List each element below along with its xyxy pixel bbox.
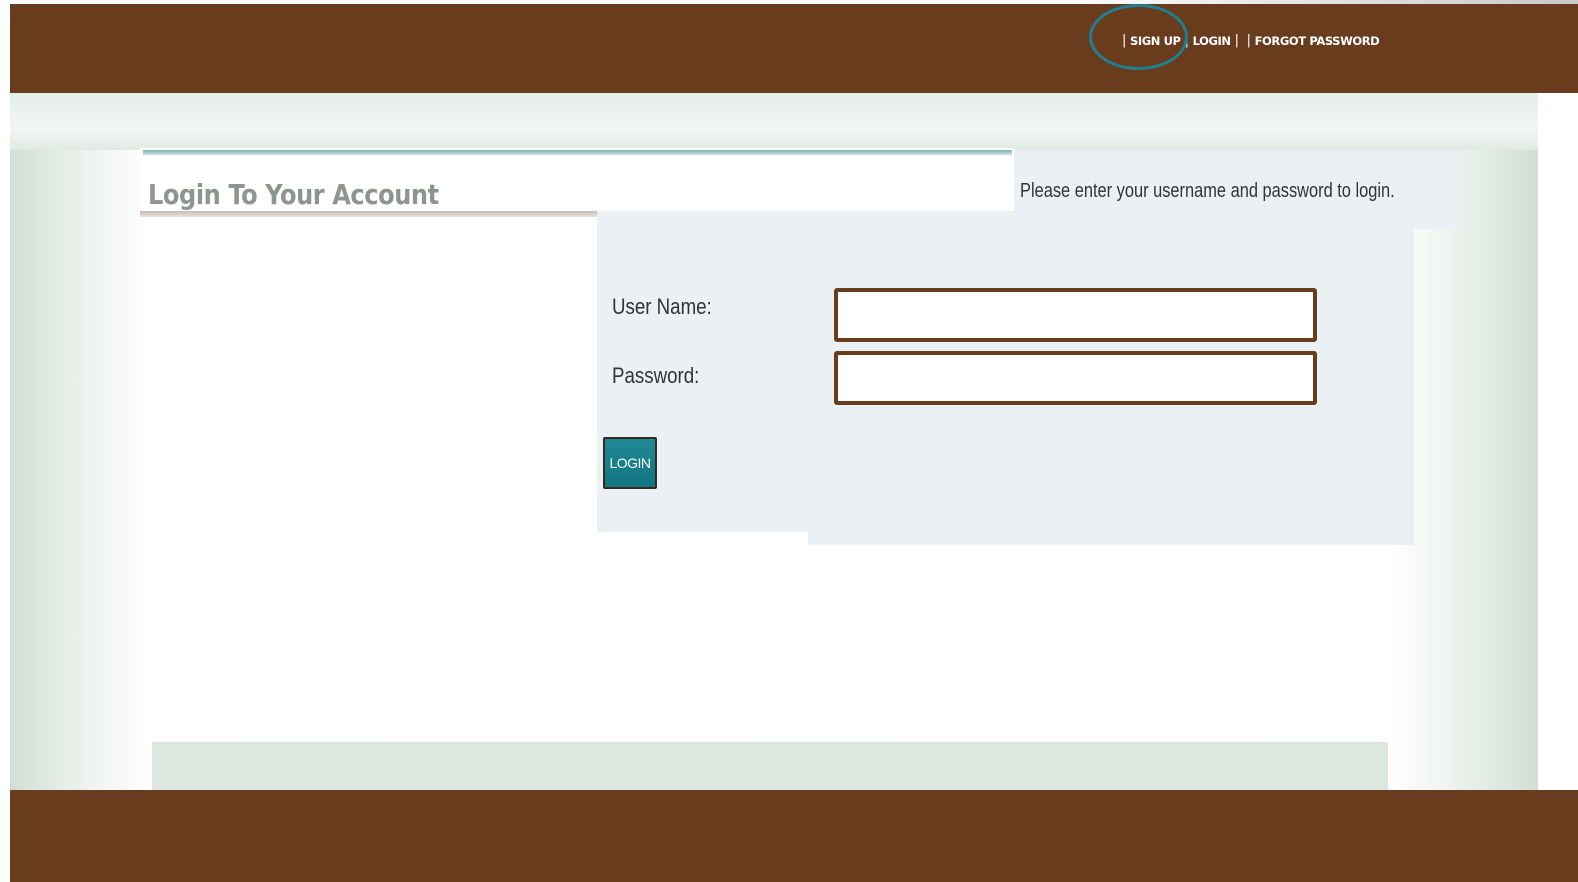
password-input[interactable] (834, 351, 1317, 405)
login-instructions: Please enter your username and password … (1020, 180, 1395, 202)
page-edge (0, 0, 10, 882)
username-label: User Name: (612, 294, 712, 319)
login-link[interactable]: LOGIN (1193, 34, 1231, 48)
forgot-password-link[interactable]: FORGOT PASSWORD (1255, 34, 1380, 48)
signup-highlight-circle (1089, 4, 1188, 70)
password-label: Password: (612, 363, 700, 388)
login-form-panel-extension (808, 532, 1414, 545)
nav-separator: | (1246, 33, 1251, 48)
footer-bar (10, 790, 1578, 882)
login-button[interactable]: LOGIN (603, 437, 657, 489)
username-input[interactable] (834, 288, 1317, 342)
title-underline (140, 211, 598, 217)
page: | SIGN UP | LOGIN | | FORGOT PASSWORD Lo… (0, 0, 1578, 882)
header-rule (143, 150, 1012, 155)
nav-separator: | (1234, 33, 1239, 48)
left-gradient-column (10, 150, 152, 790)
page-title: Login To Your Account (148, 178, 439, 211)
top-header-bar (10, 4, 1578, 93)
page-edge-right (1538, 93, 1578, 790)
